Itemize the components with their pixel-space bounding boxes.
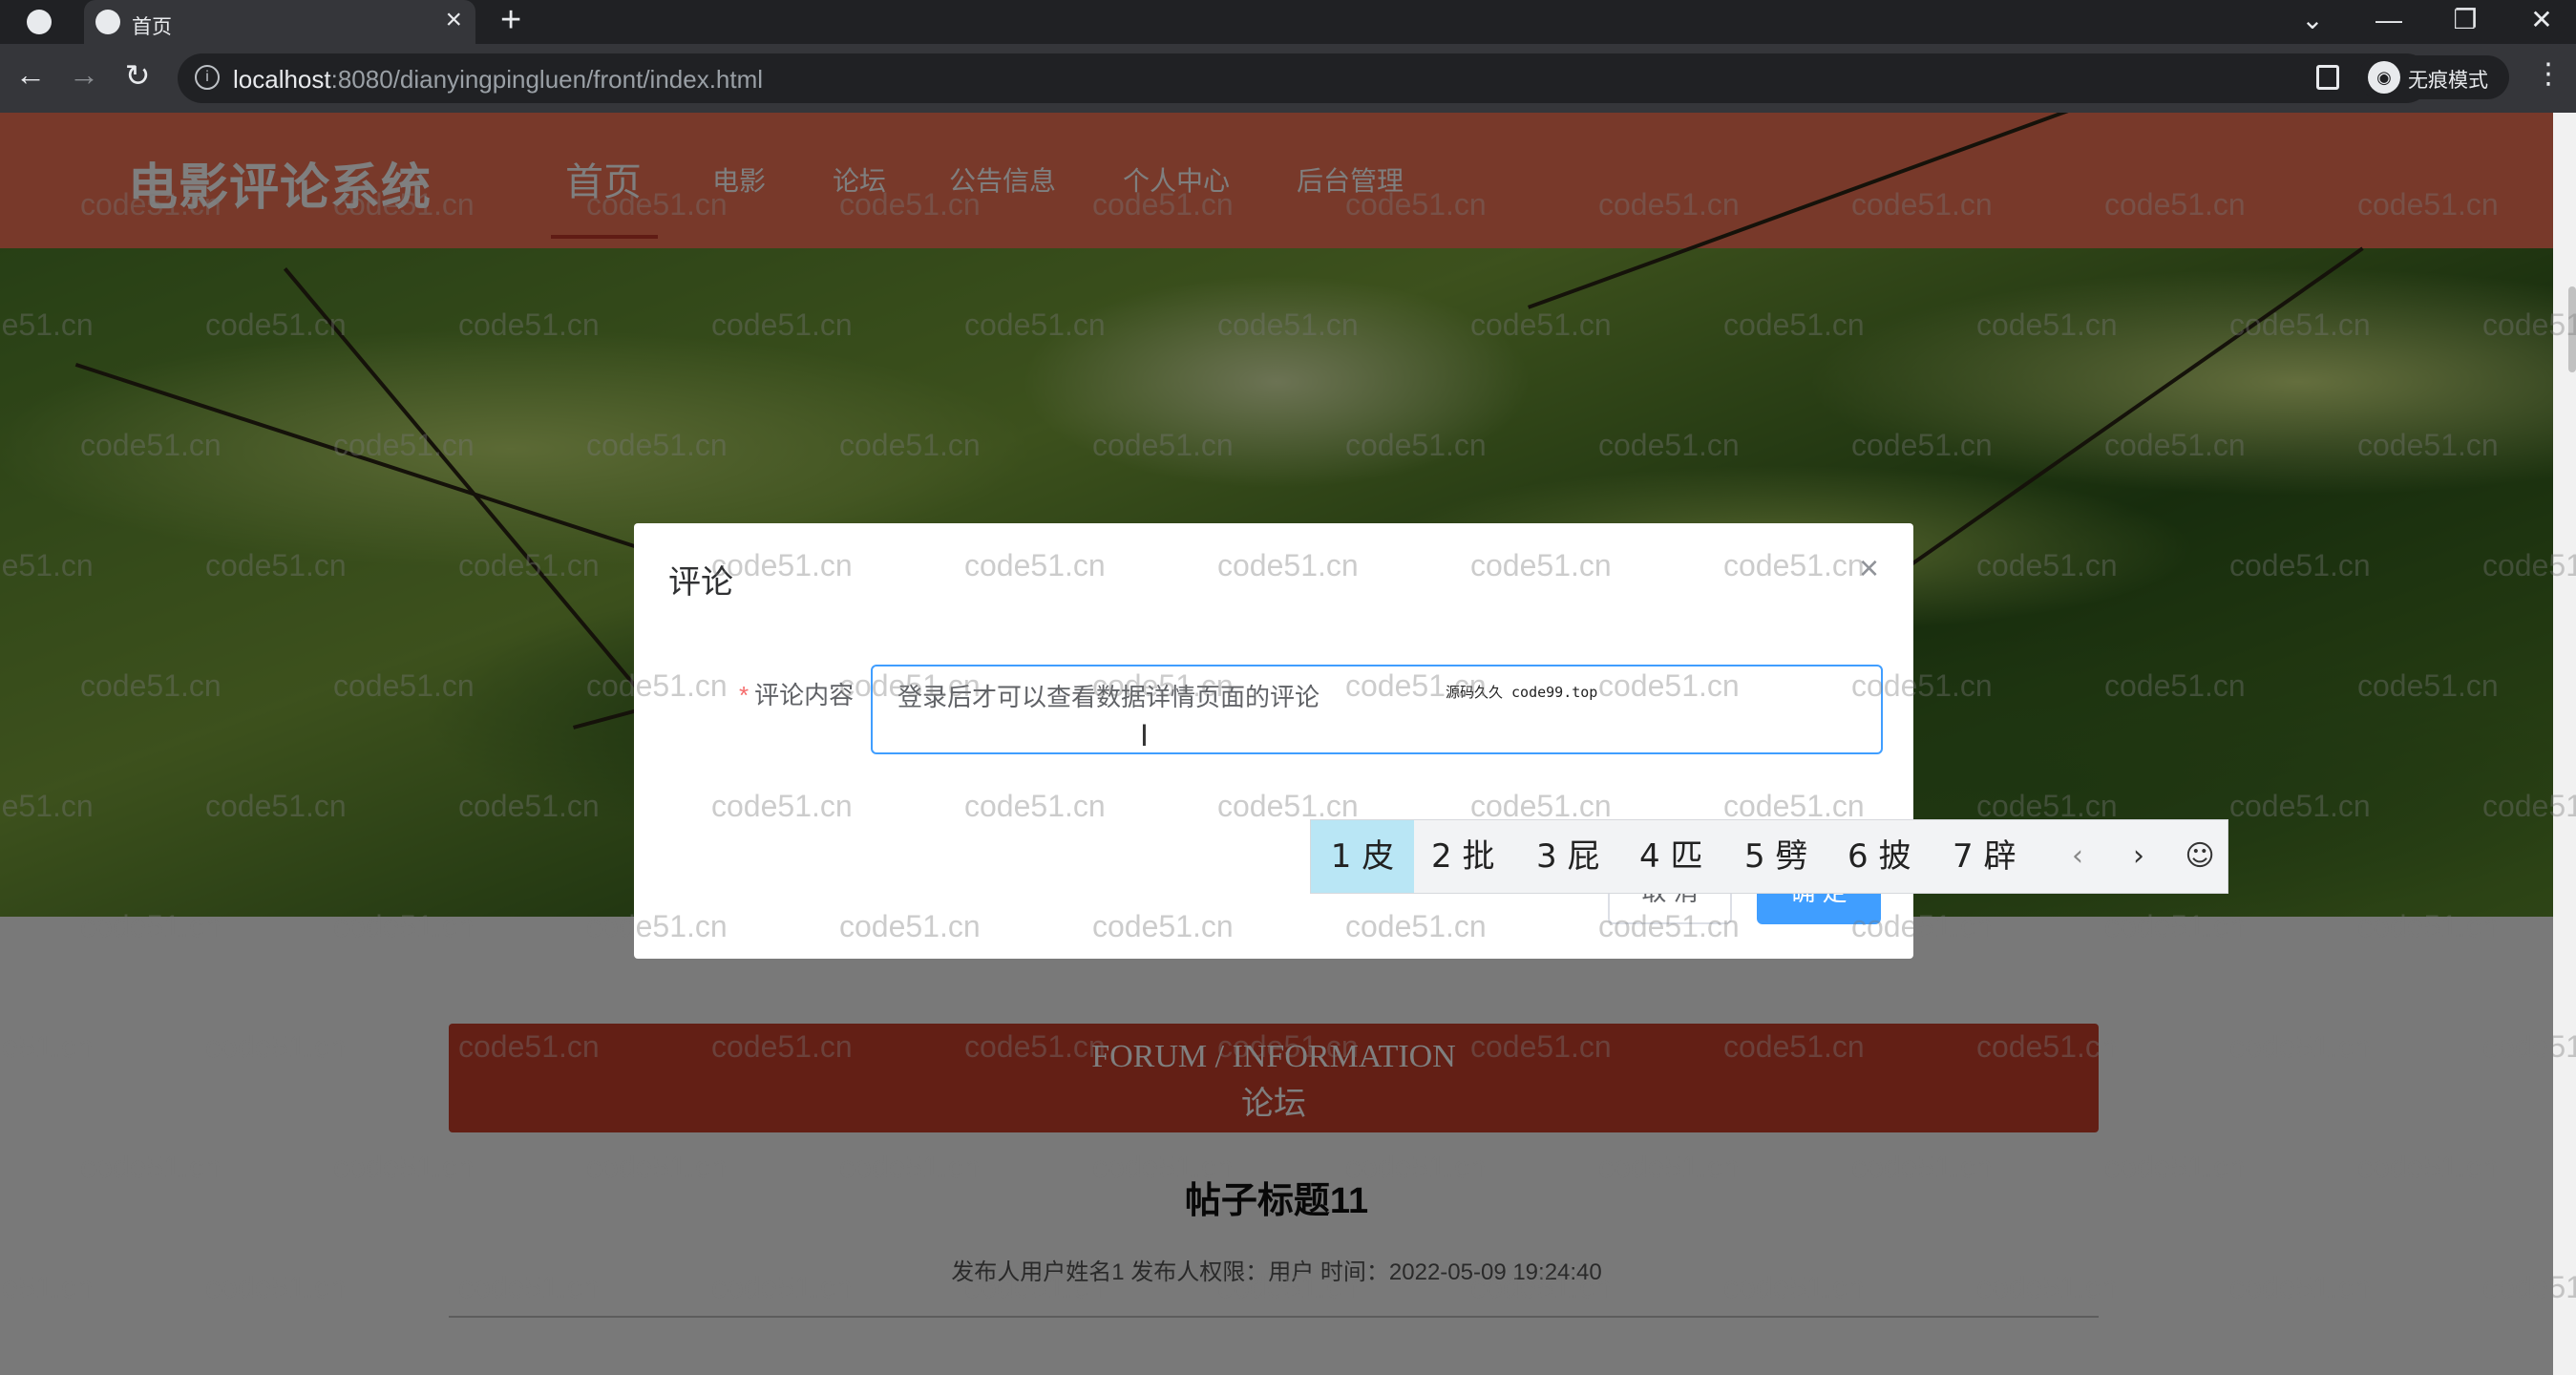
side-panel-icon[interactable] xyxy=(2316,65,2339,90)
forward-icon[interactable]: → xyxy=(65,57,103,93)
tab-search-icon[interactable]: ⌄ xyxy=(2284,0,2341,40)
scrollbar-thumb[interactable] xyxy=(2568,286,2576,372)
ime-candidate[interactable]: 7 辟 xyxy=(1953,820,2016,893)
chevron-right-icon[interactable]: › xyxy=(2115,820,2163,893)
ime-composition-text: 源码久久 code99.top xyxy=(1446,684,1598,701)
comment-content-label: * 评论内容 xyxy=(739,681,855,709)
ime-candidate[interactable]: 4 匹 xyxy=(1639,820,1702,893)
site-info-icon[interactable]: i xyxy=(195,65,220,90)
required-marker: * xyxy=(739,681,750,709)
comment-textarea[interactable]: 登录后才可以查看数据详情页面的评论 源码久久 code99.top I xyxy=(871,665,1883,754)
web-page: 电影评论系统 首页 电影 论坛 公告信息 个人中心 后台管理 FORUM / I… xyxy=(0,113,2553,1375)
minimize-icon[interactable]: — xyxy=(2360,0,2418,40)
ime-candidate-bar: 1 皮 2 批 3 屁 4 匹 5 劈 6 披 7 辟 ‹ › ☺ xyxy=(1310,819,2228,894)
globe-icon xyxy=(95,10,120,34)
new-tab-icon[interactable]: + xyxy=(500,0,521,41)
browser-menu-icon[interactable]: ⋮ xyxy=(2534,57,2563,91)
ime-candidate[interactable]: 1 皮 xyxy=(1311,820,1414,893)
ime-candidate[interactable]: 6 披 xyxy=(1848,820,1911,893)
ime-candidate[interactable]: 5 劈 xyxy=(1744,820,1807,893)
close-tab-icon[interactable]: × xyxy=(445,4,462,36)
url-field[interactable]: i localhost:8080/dianyingpingluen/front/… xyxy=(178,53,2431,103)
browser-tab[interactable]: 首页 × xyxy=(84,0,475,44)
tab-title: 首页 xyxy=(132,16,172,38)
textarea-placeholder: 登录后才可以查看数据详情页面的评论 xyxy=(897,683,1320,711)
text-cursor-icon: I xyxy=(1140,718,1149,752)
dialog-title: 评论 xyxy=(668,564,733,601)
emoji-icon[interactable]: ☺ xyxy=(2176,820,2224,893)
restore-icon[interactable]: ❐ xyxy=(2437,0,2494,40)
url-text: localhost:8080/dianyingpingluen/front/in… xyxy=(233,65,764,94)
back-icon[interactable]: ← xyxy=(11,57,50,93)
incognito-label: 无痕模式 xyxy=(2408,70,2488,92)
ime-candidate[interactable]: 2 批 xyxy=(1431,820,1494,893)
chevron-left-icon[interactable]: ‹ xyxy=(2054,820,2101,893)
ime-candidate[interactable]: 3 屁 xyxy=(1536,820,1599,893)
incognito-icon: ◉ xyxy=(2368,61,2400,94)
reload-icon[interactable]: ↻ xyxy=(118,57,157,94)
browser-logo-icon xyxy=(27,10,52,34)
browser-tab-bar: 首页 × + ⌄ — ❐ ✕ xyxy=(0,0,2576,44)
close-icon[interactable]: × xyxy=(1859,548,1879,588)
incognito-profile-button[interactable]: ◉ 无痕模式 xyxy=(2358,55,2509,99)
close-window-icon[interactable]: ✕ xyxy=(2513,0,2570,40)
address-toolbar: ← → ↻ i localhost:8080/dianyingpingluen/… xyxy=(0,44,2576,113)
